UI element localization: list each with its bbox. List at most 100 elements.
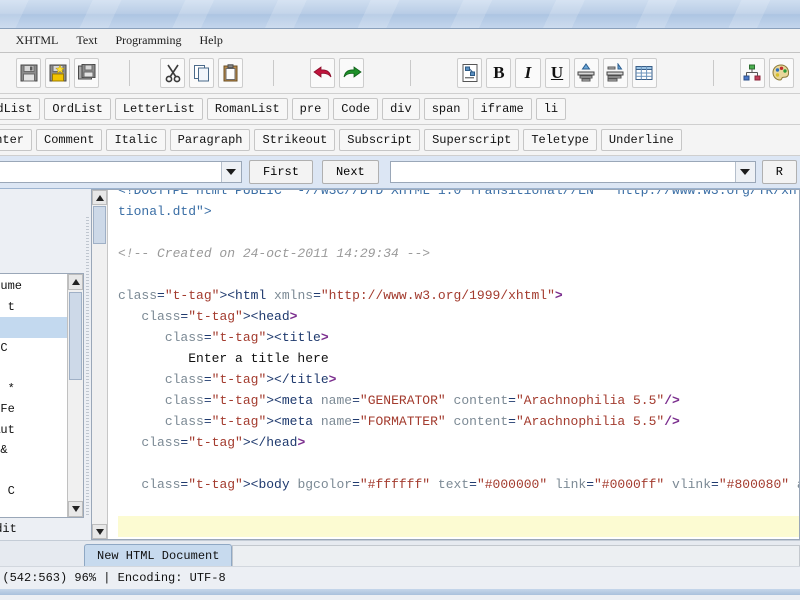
editor-line: class="t-tag"><html xmlns="http://www.w3…	[118, 288, 563, 303]
left-panel-footer-label: Edit	[0, 522, 17, 536]
replace-combo[interactable]	[389, 161, 756, 183]
icon-toolbar: B I U	[0, 53, 800, 94]
search-replace-toolbar: First Next R	[0, 156, 800, 189]
find-first-button[interactable]: First	[248, 160, 313, 184]
save-as-icon[interactable]	[45, 58, 71, 88]
editor-line: <!-- Created on 24-oct-2011 14:29:34 -->	[118, 246, 431, 261]
chevron-down-icon[interactable]	[220, 162, 241, 182]
editor-line: class="t-tag"></head>	[141, 435, 306, 450]
editor-line: class="t-tag"><body bgcolor="#ffffff" te…	[141, 477, 799, 492]
align-bottom-icon[interactable]	[602, 58, 628, 88]
toolbar-separator-3	[410, 60, 412, 86]
scrollbar-thumb[interactable]	[69, 292, 82, 380]
list-item[interactable]: igure Aut	[0, 420, 67, 441]
code-editor[interactable]: <!DOCTYPE html PUBLIC "-//W3C//DTD XHTML…	[91, 189, 800, 540]
macro-list[interactable]: ert Docume ert RTF t l Check System C cu…	[0, 273, 84, 518]
editor-line: <!DOCTYPE html PUBLIC "-//W3C//DTD XHTML…	[118, 190, 799, 198]
undo-icon[interactable]	[310, 58, 336, 88]
editor-line: class="t-tag"><meta name="FORMATTER" con…	[164, 414, 680, 429]
paste-icon[interactable]	[218, 58, 244, 88]
menu-item-programming[interactable]: Programming	[107, 31, 191, 50]
tabbar-filler	[232, 545, 800, 566]
editor-scroll-down-icon[interactable]	[92, 524, 107, 539]
tag-button-iframe[interactable]: iframe	[472, 98, 532, 120]
panel-splitter[interactable]	[84, 189, 91, 540]
macro-list-scrollbar[interactable]	[67, 274, 83, 517]
replace-button[interactable]: R	[761, 160, 797, 184]
align-top-icon[interactable]	[573, 58, 599, 88]
insert-image-icon[interactable]	[457, 58, 483, 88]
editor-vertical-scrollbar[interactable]	[92, 190, 108, 539]
cut-icon[interactable]	[160, 58, 186, 88]
editor-scroll-up-icon[interactable]	[92, 190, 107, 205]
list-item-selected[interactable]: l Check	[0, 317, 67, 338]
table-icon[interactable]	[631, 58, 657, 88]
tag-button-unordlist[interactable]: OrdList	[0, 98, 41, 120]
menu-item-clipped[interactable]: s	[0, 31, 7, 50]
editor-line: class="t-tag"><meta name="GENERATOR" con…	[164, 393, 680, 408]
window-titlebar	[0, 0, 800, 29]
editor-line: Enter a title here	[118, 351, 329, 366]
tag-button-superscript[interactable]: Superscript	[424, 129, 520, 151]
menu-item-text[interactable]: Text	[67, 31, 106, 50]
find-next-button[interactable]: Next	[321, 160, 379, 184]
tag-button-teletype[interactable]: Teletype	[523, 129, 597, 151]
list-item[interactable]: current	[0, 358, 67, 379]
redo-icon[interactable]	[339, 58, 365, 88]
chevron-down-icon-2[interactable]	[734, 162, 755, 182]
tag-button-strikeout[interactable]: Strikeout	[254, 129, 336, 151]
copy-icon[interactable]	[189, 58, 215, 88]
tag-button-ordlist[interactable]: OrdList	[44, 98, 111, 120]
save-icon[interactable]	[16, 58, 42, 88]
save-all-icon[interactable]	[74, 58, 100, 88]
bold-icon[interactable]: B	[486, 58, 512, 88]
tag-button-code[interactable]: Code	[333, 98, 379, 120]
tag-button-span[interactable]: span	[423, 98, 469, 120]
tag-button-paragraph[interactable]: Paragraph	[169, 129, 251, 151]
italic-icon[interactable]: I	[515, 58, 541, 88]
scroll-up-icon[interactable]	[68, 274, 83, 290]
tab-new-html-document[interactable]: New HTML Document	[84, 544, 233, 566]
find-combo[interactable]	[0, 161, 242, 183]
toolbar-separator-1	[129, 60, 131, 86]
statusbar: 0 (542:563) 96% | Encoding: UTF-8	[0, 566, 800, 589]
list-item[interactable]: t Date &	[0, 440, 67, 461]
menu-item-help[interactable]: Help	[191, 31, 232, 50]
tag-button-letterlist[interactable]: LetterList	[114, 98, 203, 120]
list-item[interactable]: Garbage C	[0, 481, 67, 502]
tag-button-romanlist[interactable]: RomanList	[206, 98, 288, 120]
document-tabbar: New HTML Document	[0, 540, 800, 566]
editor-scrollbar-thumb[interactable]	[93, 206, 106, 244]
arachnophilia-window: s XHTML Text Programming Help	[0, 0, 800, 600]
tag-button-comment[interactable]: Comment	[36, 129, 103, 151]
editor-line: class="t-tag"></title>	[164, 372, 337, 387]
status-text: 0 (542:563) 96% | Encoding: UTF-8	[0, 571, 226, 585]
editor-line	[118, 516, 799, 537]
tag-toolbar-row-1: OrdList OrdList LetterList RomanList pre…	[0, 94, 800, 125]
tag-button-underline[interactable]: Underline	[600, 129, 682, 151]
tag-button-li[interactable]: li	[535, 98, 567, 120]
list-item[interactable]: System C	[0, 338, 67, 359]
splitter-grip[interactable]	[86, 214, 89, 515]
tag-button-center[interactable]: enter	[0, 129, 33, 151]
list-item[interactable]: Look & Fe	[0, 399, 67, 420]
tag-button-div[interactable]: div	[382, 98, 420, 120]
list-item[interactable]: ert Docume	[0, 276, 67, 297]
scroll-down-icon[interactable]	[68, 501, 83, 517]
color-palette-icon[interactable]	[768, 58, 794, 88]
editor-text-area[interactable]: <!DOCTYPE html PUBLIC "-//W3C//DTD XHTML…	[108, 190, 799, 539]
list-item[interactable]: parator *	[0, 379, 67, 400]
underline-icon[interactable]: U	[544, 58, 570, 88]
macro-list-items: ert Docume ert RTF t l Check System C cu…	[0, 274, 67, 517]
menu-item-xhtml[interactable]: XHTML	[7, 31, 68, 50]
list-item[interactable]: ert RTF t	[0, 297, 67, 318]
tag-button-pre[interactable]: pre	[291, 98, 330, 120]
sitemap-icon[interactable]	[739, 58, 765, 88]
list-item[interactable]: count	[0, 461, 67, 482]
tag-button-subscript[interactable]: Subscript	[339, 129, 421, 151]
tag-button-italic[interactable]: Italic	[106, 129, 166, 151]
